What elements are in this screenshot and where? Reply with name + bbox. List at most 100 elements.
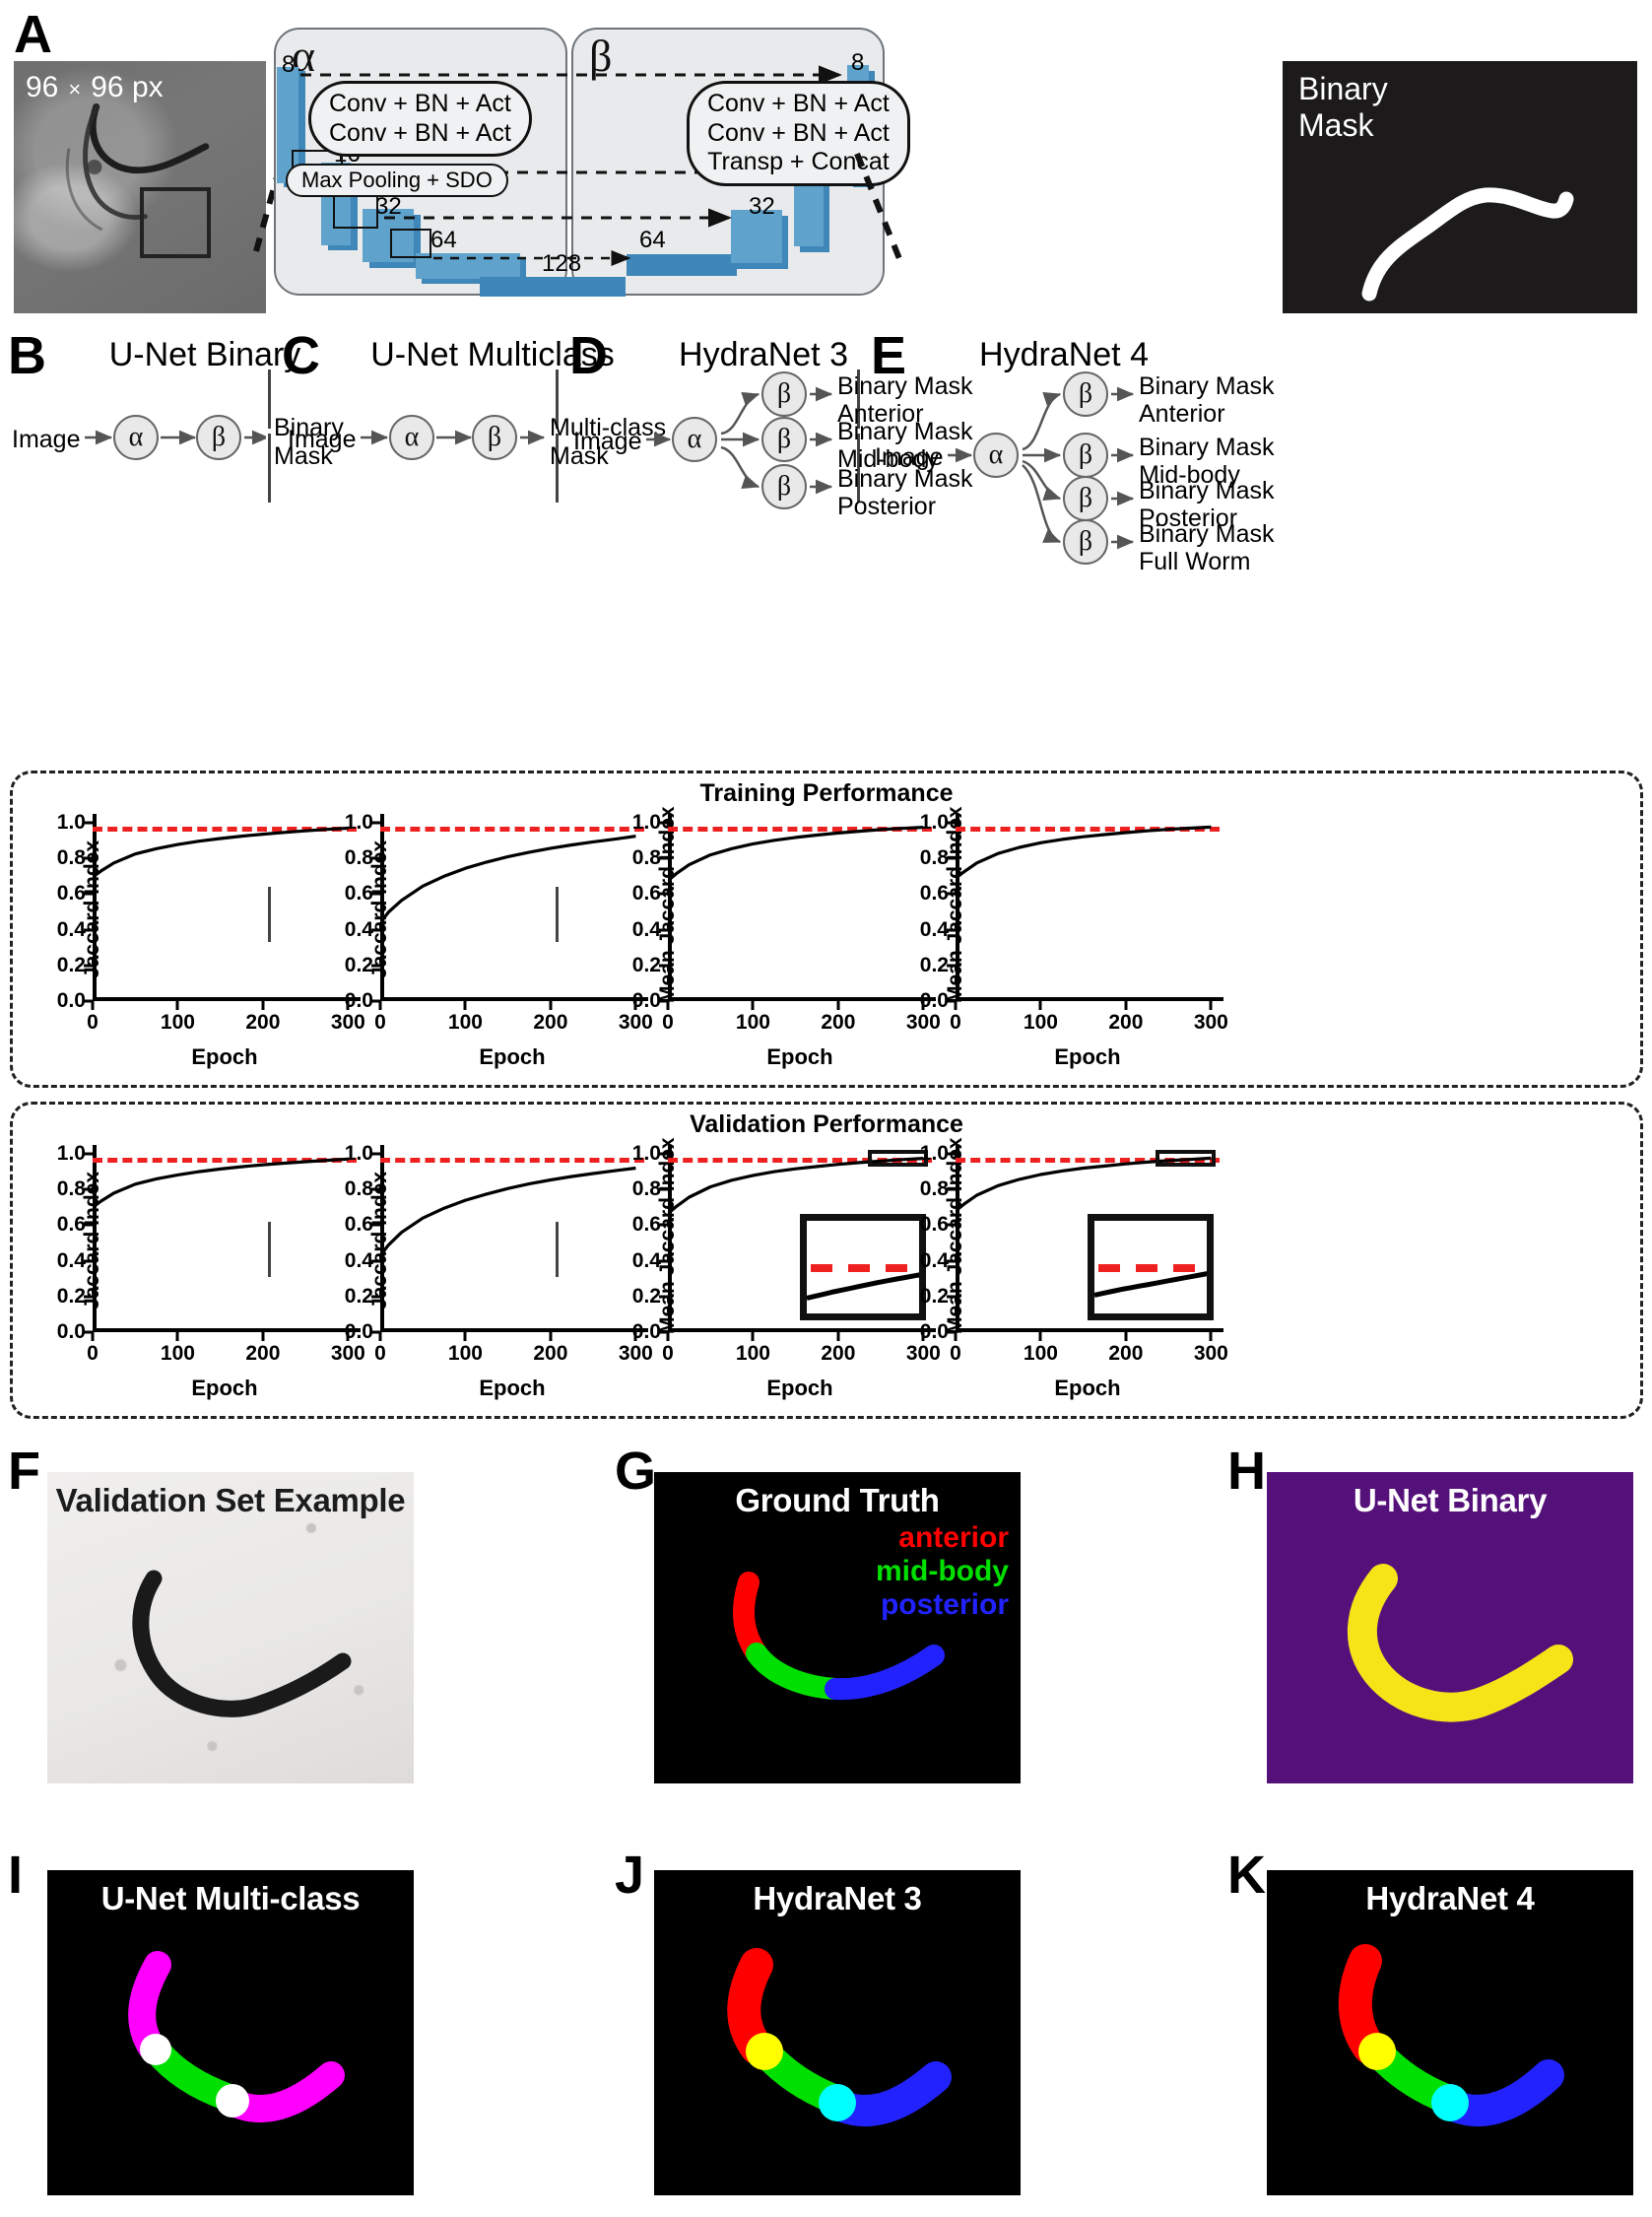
x-tick-label: 200 xyxy=(821,1342,856,1365)
x-tick-label: 0 xyxy=(87,1342,99,1365)
chart-divider-4 xyxy=(556,1222,559,1277)
panel-letter-c: C xyxy=(282,326,320,385)
feature-bar-128 xyxy=(480,277,626,297)
panel-e-out4-l2: Full Worm xyxy=(1139,548,1251,575)
x-tick-label: 200 xyxy=(533,1342,568,1365)
panel-k-segmentation xyxy=(1338,1944,1564,2126)
panel-e-decoder-node-1: β xyxy=(1063,371,1108,417)
panel-d-encoder-node: α xyxy=(672,417,717,462)
panel-h-segmentation xyxy=(1347,1564,1573,1722)
panel-g-ground-truth: Ground Truth anterior mid-body posterior xyxy=(654,1472,1021,1783)
series-layer xyxy=(956,825,1212,880)
x-tick-label: 300 xyxy=(1193,1011,1228,1034)
panel-j-hydranet3: HydraNet 3 xyxy=(654,1870,1021,2195)
x-tick-mark xyxy=(1038,1332,1042,1341)
panel-e-out1-l2: Anterior xyxy=(1139,400,1225,428)
x-tick-label: 100 xyxy=(735,1342,770,1365)
skip-box-3 xyxy=(390,229,431,258)
inset-zoom-box xyxy=(1088,1214,1214,1320)
panel-e-out3-l1: Binary Mask xyxy=(1139,477,1275,504)
x-tick-mark xyxy=(549,1001,553,1010)
x-tick-mark xyxy=(463,1332,467,1341)
decoder-line-2: Conv + BN + Act xyxy=(707,118,890,147)
panel-b-decoder-node: β xyxy=(196,415,241,460)
x-tick-label: 0 xyxy=(950,1342,961,1365)
panel-e-output-1: Binary Mask Anterior xyxy=(1139,372,1275,428)
x-tick-label: 200 xyxy=(1108,1342,1144,1365)
x-tick-label: 0 xyxy=(950,1011,961,1034)
panel-a-binary-mask: Binary Mask xyxy=(1283,61,1637,313)
x-tick-mark xyxy=(1038,1001,1042,1010)
x-tick-mark xyxy=(1124,1332,1128,1341)
x-tick-mark xyxy=(1209,1001,1213,1010)
panel-h-unet-binary: U-Net Binary xyxy=(1267,1472,1633,1783)
panel-e-flow: Image α β β β β Binary Mask Anterior Bin… xyxy=(873,367,1275,575)
panel-letter-i: I xyxy=(8,1846,24,1905)
x-tick-label: 200 xyxy=(245,1011,281,1034)
x-tick-label: 300 xyxy=(1193,1342,1228,1365)
column-divider-2 xyxy=(268,434,271,503)
x-tick-mark xyxy=(1124,1001,1128,1010)
chart-divider-3 xyxy=(556,887,559,942)
panel-letter-a: A xyxy=(14,5,52,64)
x-tick-mark xyxy=(463,1001,467,1010)
x-tick-mark xyxy=(751,1332,755,1341)
panel-d-decoder-node-1: β xyxy=(761,371,807,417)
filter-count-8: 8 xyxy=(282,51,296,78)
panel-e-decoder-node-4: β xyxy=(1063,519,1108,565)
x-axis-label: Epoch xyxy=(1054,1044,1121,1069)
plot-area: 0.0 0.2 0.4 0.6 0.8 1.0 0 100 200 300 Mean Jaccard… xyxy=(920,806,1228,1069)
x-tick-label: 200 xyxy=(1108,1011,1144,1034)
conv-line-2: Conv + BN + Act xyxy=(329,118,511,147)
x-tick-mark xyxy=(751,1001,755,1010)
x-tick-label: 100 xyxy=(160,1342,195,1365)
panel-letter-k: K xyxy=(1227,1846,1266,1905)
x-tick-label: 100 xyxy=(1023,1342,1058,1365)
x-tick-label: 0 xyxy=(662,1342,674,1365)
x-tick-label: 100 xyxy=(735,1011,770,1034)
data-series-line xyxy=(956,825,1212,880)
panel-e-encoder-node: α xyxy=(973,433,1019,478)
image-size-w: 96 xyxy=(26,71,59,103)
panel-i-segmentation xyxy=(128,1951,345,2122)
panel-d-decoder-node-3: β xyxy=(761,464,807,509)
x-tick-mark xyxy=(175,1332,179,1341)
conv-block-pill: Conv + BN + Act Conv + BN + Act xyxy=(308,81,532,157)
chart-val-hydranet4: 0.0 0.2 0.4 0.6 0.8 1.0 0 100 200 300 Mean Jaccard… xyxy=(883,1131,1277,1400)
panel-e-decoder-node-2: β xyxy=(1063,433,1108,478)
skip-box-2 xyxy=(333,195,378,229)
plot-area: 0.0 0.2 0.4 0.6 0.8 1.0 0 100 200 300 Mean Jaccard… xyxy=(920,1137,1228,1400)
x-tick-mark xyxy=(836,1001,840,1010)
mask-leader-lines xyxy=(854,152,905,268)
inset-series-line xyxy=(1094,1271,1207,1298)
inset-region-marker xyxy=(1156,1150,1216,1167)
panel-c-encoder-node: α xyxy=(389,415,434,460)
x-tick-label: 0 xyxy=(374,1011,386,1034)
pool-block-pill: Max Pooling + SDO xyxy=(286,164,508,197)
panel-k-hydranet4: HydraNet 4 xyxy=(1267,1870,1633,2195)
panel-e-out4-l1: Binary Mask xyxy=(1139,520,1275,548)
panel-g-segmentation xyxy=(732,1572,945,1701)
panel-letter-h: H xyxy=(1227,1442,1266,1501)
x-tick-label: 100 xyxy=(447,1342,483,1365)
panel-d-flow: Image α β β β Binary Mask Anterior Binar… xyxy=(571,367,973,520)
panel-d-decoder-node-2: β xyxy=(761,417,807,462)
x-tick-mark xyxy=(175,1001,179,1010)
panel-e-output-4: Binary Mask Full Worm xyxy=(1139,520,1275,575)
column-divider-1 xyxy=(268,370,271,429)
panel-c-flow: Image α β Multi-class Mask xyxy=(286,394,666,503)
panel-e-out2-l1: Binary Mask xyxy=(1139,434,1275,461)
crop-region-box xyxy=(140,187,211,258)
panel-e-arrows xyxy=(948,386,1135,550)
x-tick-label: 0 xyxy=(662,1011,674,1034)
panel-d-arrows xyxy=(646,386,833,495)
x-tick-mark xyxy=(549,1332,553,1341)
x-tick-label: 200 xyxy=(821,1011,856,1034)
x-tick-label: 200 xyxy=(533,1011,568,1034)
panel-j-segmentation xyxy=(727,1948,952,2126)
panel-a-micrograph: 96 × 96 px xyxy=(14,61,266,313)
panel-b-encoder-node: α xyxy=(113,415,159,460)
panel-e-out1-l1: Binary Mask xyxy=(1139,372,1275,400)
panel-i-unet-multiclass: U-Net Multi-class xyxy=(47,1870,414,2195)
x-tick-label: 100 xyxy=(1023,1011,1058,1034)
